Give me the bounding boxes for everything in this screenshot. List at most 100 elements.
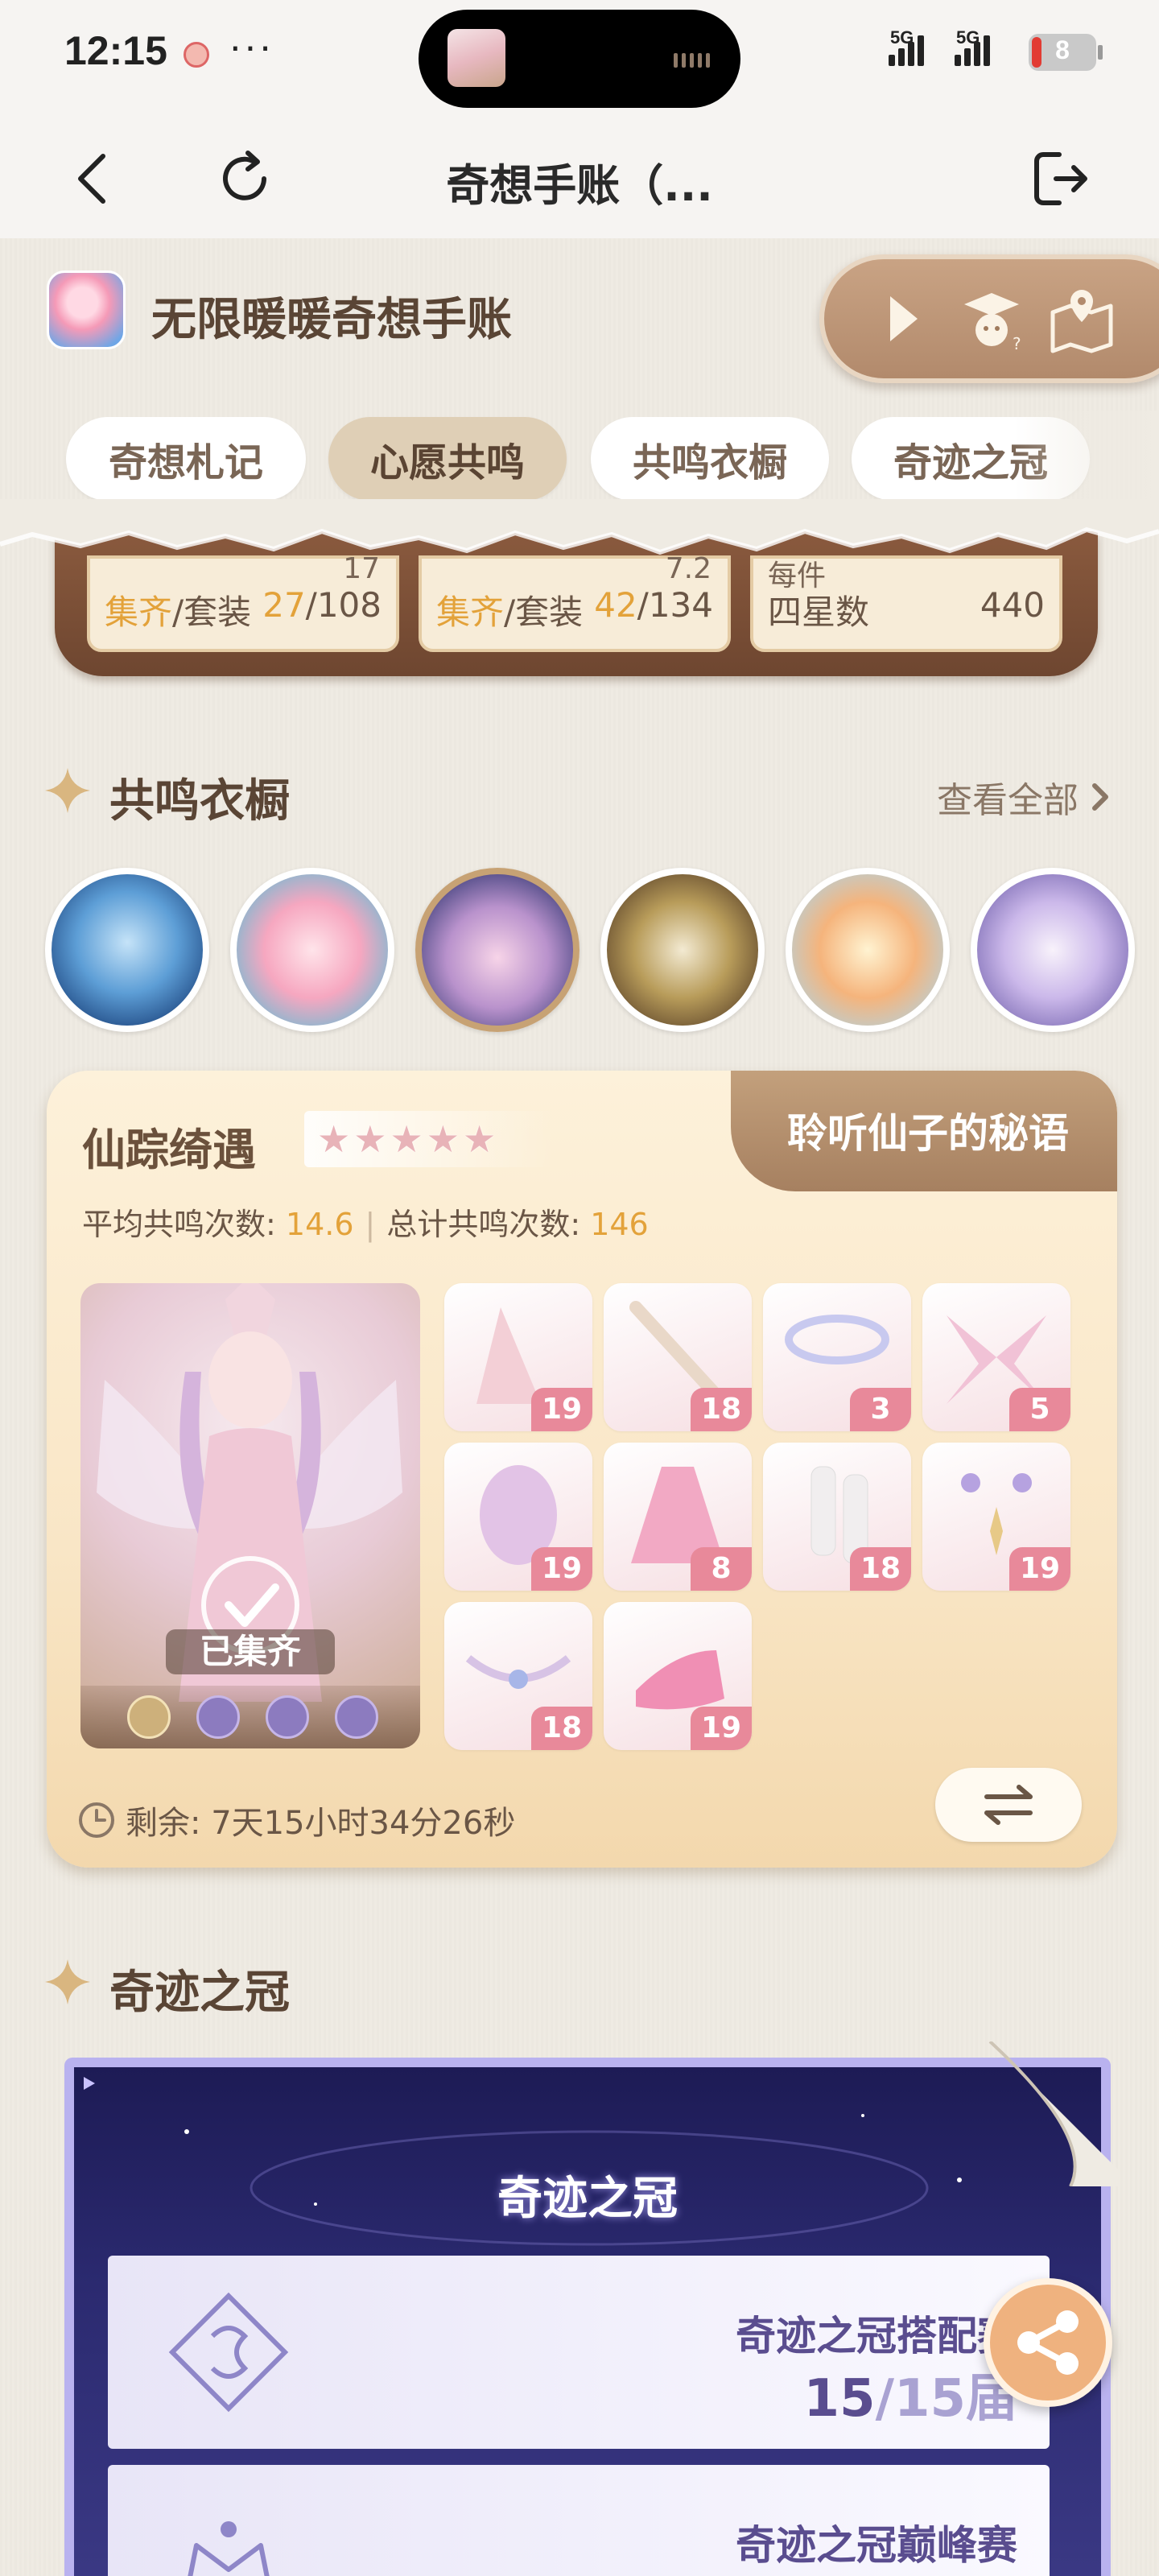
piece-count: 5 xyxy=(1009,1388,1070,1431)
main-outfit-image[interactable]: 已集齐 xyxy=(80,1283,420,1748)
total-resonance-value: 146 xyxy=(590,1207,649,1242)
avg-resonance-value: 14.6 xyxy=(285,1207,354,1242)
network-type: 5G xyxy=(890,27,914,47)
outfit-piece-dress[interactable]: 8 xyxy=(604,1443,752,1591)
play-arrow-icon[interactable] xyxy=(864,280,942,357)
swap-arrows-icon xyxy=(984,1785,1033,1825)
event-card: 聆听仙子的秘语 仙踪绮遇 ★ ★ ★ ★ ★ 平均共鸣次数: 14.6 | 总计共鸣… xyxy=(47,1071,1117,1868)
exit-icon[interactable] xyxy=(1027,145,1095,213)
nav-bar: 奇想手账（... xyxy=(0,121,1159,238)
tools-panel: ? xyxy=(819,254,1159,383)
wardrobe-avatar[interactable] xyxy=(786,868,950,1032)
outfit-piece-wings[interactable]: 5 xyxy=(922,1283,1070,1431)
avg-resonance-label: 平均共鸣次数: xyxy=(82,1207,286,1242)
evolution-stage-icon[interactable] xyxy=(196,1695,240,1739)
wardrobe-avatar[interactable] xyxy=(230,868,394,1032)
fairy-outfit-illustration xyxy=(97,1283,402,1702)
tab-scroll-fade xyxy=(1014,411,1159,507)
tab-resonance-wardrobe[interactable]: 共鸣衣橱 xyxy=(591,417,829,501)
diamond-emblem-icon xyxy=(168,2292,289,2413)
battery-level: 8 xyxy=(1055,35,1070,64)
wardrobe-section-header: 共鸣衣橱 查看全部 xyxy=(42,757,1120,829)
sparkle-icon xyxy=(45,768,90,813)
piece-count: 19 xyxy=(1009,1547,1070,1591)
network-type: 5G xyxy=(956,27,980,47)
evolution-bar xyxy=(80,1686,420,1748)
crown-section-header: 奇迹之冠 xyxy=(42,1948,1120,2021)
audio-wave-icon xyxy=(674,53,710,68)
switch-button[interactable] xyxy=(935,1768,1082,1842)
stat-label: /套装 xyxy=(172,592,252,632)
remaining-time-text: 剩余: 7天15小时34分26秒 xyxy=(126,1805,516,1842)
piece-count: 18 xyxy=(850,1547,911,1591)
torn-paper-edge xyxy=(0,499,1159,555)
stat-label-highlight: 集齐 xyxy=(436,592,505,632)
view-all-label: 查看全部 xyxy=(937,780,1079,821)
share-button[interactable] xyxy=(984,2278,1112,2407)
clock-icon xyxy=(79,1802,114,1838)
outfit-piece-wand[interactable]: 18 xyxy=(604,1283,752,1431)
rarity-stars: ★ ★ ★ ★ ★ xyxy=(304,1111,554,1167)
crown-count-value: 15 xyxy=(803,2369,876,2429)
event-banner[interactable]: 聆听仙子的秘语 xyxy=(731,1071,1117,1191)
notification-icon xyxy=(184,42,209,68)
piece-count: 19 xyxy=(531,1388,592,1431)
piece-count: 18 xyxy=(691,1388,752,1431)
tab-notes[interactable]: 奇想札记 xyxy=(66,417,306,501)
event-title: 仙踪绮遇 xyxy=(82,1125,256,1175)
crown-row-peak-contest[interactable]: 奇迹之冠巅峰赛 xyxy=(108,2465,1050,2576)
chevron-right-icon xyxy=(1092,783,1108,811)
crown-count-total: /15 xyxy=(875,2369,966,2429)
dynamic-island[interactable] xyxy=(419,10,740,108)
remaining-time: 剩余: 7天15小时34分26秒 xyxy=(77,1797,515,1843)
event-banner-text: 聆听仙子的秘语 xyxy=(787,1110,1069,1157)
wardrobe-avatar[interactable] xyxy=(971,868,1135,1032)
stats-separator: | xyxy=(365,1207,376,1242)
crown-row-count: 15/15届 xyxy=(804,2357,1018,2431)
refresh-icon[interactable] xyxy=(212,147,277,211)
crown-card[interactable]: 奇迹之冠 奇迹之冠搭配赛 15/15届 奇迹之冠巅峰赛 xyxy=(64,2058,1111,2576)
star-icon: ★ xyxy=(426,1117,460,1161)
more-notifications-icon: ··· xyxy=(229,23,274,68)
piece-count: 19 xyxy=(531,1547,592,1591)
outfit-piece-hat[interactable]: 19 xyxy=(444,1283,592,1431)
wardrobe-avatar-selected[interactable] xyxy=(415,868,580,1032)
view-all-link[interactable]: 查看全部 xyxy=(937,771,1112,823)
outfit-piece-socks[interactable]: 18 xyxy=(763,1443,911,1591)
star-icon: ★ xyxy=(390,1117,423,1161)
signal-icon: 5G xyxy=(889,27,924,66)
guide-scholar-icon[interactable]: ? xyxy=(953,280,1030,357)
crown-row-styling-contest[interactable]: 奇迹之冠搭配赛 15/15届 xyxy=(108,2256,1050,2449)
status-bar: 12:15 ··· 5G 5G 8 xyxy=(0,0,1159,121)
evolution-stage-icon[interactable] xyxy=(335,1695,378,1739)
stat-value: /108 xyxy=(305,585,382,625)
wardrobe-avatar[interactable] xyxy=(45,868,209,1032)
app-logo xyxy=(47,270,126,349)
evolution-stage-icon[interactable] xyxy=(266,1695,309,1739)
page: 12:15 ··· 5G 5G 8 奇想手账（... 无限暖暖奇想手账 ? 奇想… xyxy=(0,0,1159,2576)
outfit-piece-necklace[interactable]: 3 xyxy=(763,1283,911,1431)
signal-icon: 5G xyxy=(955,27,990,66)
piece-count: 8 xyxy=(691,1547,752,1591)
wardrobe-avatar[interactable] xyxy=(600,868,765,1032)
back-arrow-icon[interactable] xyxy=(63,147,127,211)
section-title: 共鸣衣橱 xyxy=(109,775,290,828)
outfit-piece-headpiece[interactable]: 18 xyxy=(444,1602,592,1750)
tab-wish-resonance[interactable]: 心愿共鸣 xyxy=(328,417,567,501)
stat-value: 440 xyxy=(980,585,1045,625)
crown-row-title: 奇迹之冠巅峰赛 xyxy=(736,2522,1017,2569)
share-icon xyxy=(1017,2310,1079,2375)
outfit-piece-earrings[interactable]: 19 xyxy=(922,1443,1070,1591)
media-thumbnail xyxy=(448,29,505,87)
evolution-stage-icon[interactable] xyxy=(127,1695,171,1739)
stat-value-highlight: 27 xyxy=(262,585,306,625)
crown-card-title: 奇迹之冠 xyxy=(497,2173,678,2225)
crown-emblem-icon xyxy=(188,2521,270,2576)
event-stats: 平均共鸣次数: 14.6 | 总计共鸣次数: 146 xyxy=(82,1199,649,1244)
outfit-piece-hair[interactable]: 19 xyxy=(444,1443,592,1591)
map-pin-icon[interactable] xyxy=(1043,280,1120,357)
piece-count: 19 xyxy=(691,1707,752,1750)
piece-count: 3 xyxy=(850,1388,911,1431)
collected-badge: 已集齐 xyxy=(166,1629,335,1674)
outfit-piece-shoes[interactable]: 19 xyxy=(604,1602,752,1750)
